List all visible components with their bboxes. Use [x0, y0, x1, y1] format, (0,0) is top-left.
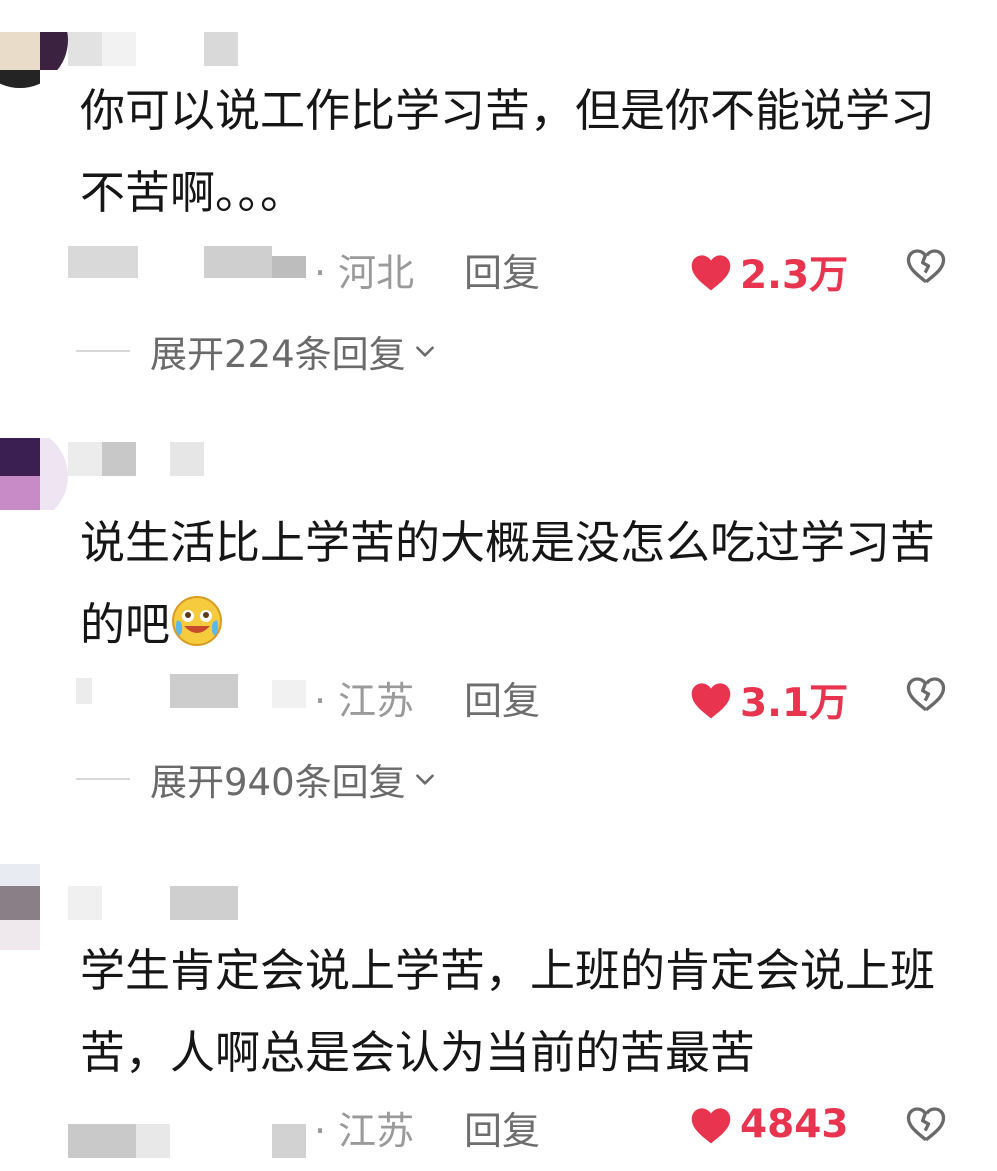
comment-meta: · 江苏 回复 4843 [0, 1098, 997, 1158]
like-button[interactable]: 2.3万 [690, 244, 848, 300]
comment-meta: · 江苏 回复 3.1万 [0, 668, 997, 726]
heart-icon [691, 1107, 731, 1143]
heart-icon [691, 255, 731, 291]
expand-replies-label: 展开940条回复 [150, 761, 406, 804]
expand-replies-button[interactable]: 展开224条回复 [76, 326, 438, 376]
heart-icon [691, 683, 731, 719]
broken-heart-icon[interactable] [906, 674, 946, 714]
reply-button[interactable]: 回复 [464, 242, 540, 297]
divider [76, 350, 130, 352]
like-button[interactable]: 4843 [690, 1102, 849, 1147]
ip-region: · 江苏 [314, 679, 415, 723]
ip-region: · 江苏 [314, 1109, 415, 1153]
comment-text: 你可以说工作比学习苦，但是你不能说学习不苦啊。。。 [80, 84, 936, 219]
ip-region: · 河北 [314, 251, 415, 295]
like-count: 3.1万 [740, 681, 849, 726]
reply-button[interactable]: 回复 [464, 670, 540, 725]
chevron-down-icon [415, 774, 434, 785]
like-count: 2.3万 [740, 253, 849, 298]
comment-text: 学生肯定会说上学苦，上班的肯定会说上班苦，人啊总是会认为当前的苦最苦 [80, 944, 936, 1079]
divider [76, 778, 130, 780]
crying-laughing-emoji [172, 596, 223, 646]
reply-button[interactable]: 回复 [464, 1100, 540, 1155]
broken-heart-icon[interactable] [906, 246, 946, 286]
like-button[interactable]: 3.1万 [690, 672, 848, 728]
like-count: 4843 [740, 1102, 849, 1147]
chevron-down-icon [415, 346, 434, 357]
avatar[interactable] [0, 858, 68, 954]
expand-replies-label: 展开224条回复 [150, 333, 406, 376]
comment-meta: · 河北 回复 2.3万 [0, 240, 997, 298]
avatar[interactable] [0, 0, 68, 88]
comment-text: 说生活比上学苦的大概是没怎么吃过学习苦的吧 [80, 502, 960, 666]
expand-replies-button[interactable]: 展开940条回复 [76, 754, 438, 804]
broken-heart-icon[interactable] [906, 1104, 946, 1144]
avatar[interactable] [0, 428, 68, 524]
